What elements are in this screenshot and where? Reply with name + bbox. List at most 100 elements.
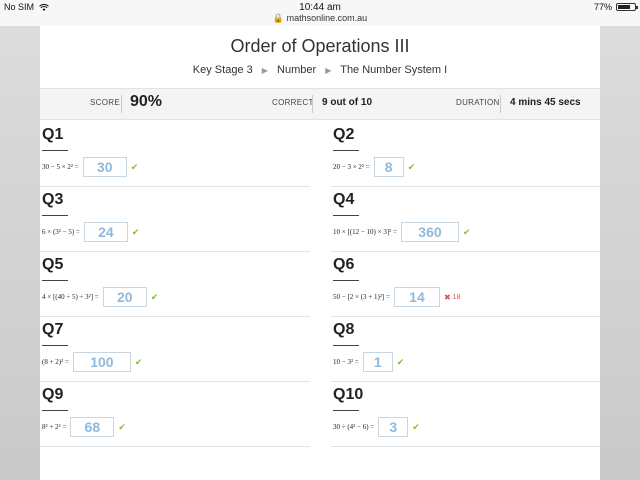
correct-label: CORRECT: [272, 98, 314, 107]
breadcrumb-item-key-stage[interactable]: Key Stage 3: [193, 64, 253, 76]
question-expression: (8 + 2)² =: [42, 358, 69, 366]
question-expression: 6 × (3² − 5) =: [42, 228, 80, 236]
breadcrumb: Key Stage 3 ▶ Number ▶ The Number System…: [40, 64, 600, 76]
answer-field[interactable]: 14: [393, 287, 440, 307]
answer-field[interactable]: 20: [102, 287, 147, 307]
question-q1: Q1 30 − 5 × 2² = 30 ✔: [40, 124, 310, 187]
question-expression: 10 − 3² =: [333, 358, 359, 366]
question-q6: Q6 50 − [2 × (3 + 1)²] = 14 ✖ 18: [331, 254, 601, 317]
answer-field[interactable]: 100: [72, 352, 131, 372]
check-icon: ✔: [130, 161, 139, 172]
correct-value: 9 out of 10: [322, 97, 373, 108]
question-q5: Q5 4 × [(40 ÷ 5) ÷ 3²] = 20 ✔: [40, 254, 310, 317]
question-expression: 50 − [2 × (3 + 1)²] =: [333, 293, 390, 301]
divider: [42, 280, 68, 281]
question-label: Q4: [333, 191, 355, 208]
question-q4: Q4 10 × [(12 − 10) × 3]² = 360 ✔: [331, 189, 601, 252]
question-q9: Q9 8² + 2² = 68 ✔: [40, 384, 310, 447]
question-q7: Q7 (8 + 2)² = 100 ✔: [40, 319, 310, 382]
score-value: 90%: [130, 93, 163, 110]
breadcrumb-item-topic[interactable]: The Number System I: [340, 64, 447, 76]
check-icon: ✔: [412, 421, 420, 432]
breadcrumb-item-number[interactable]: Number: [277, 64, 316, 76]
answer-field[interactable]: 24: [83, 222, 128, 242]
question-row: 50 − [2 × (3 + 1)²] = 14 ✖ 18: [333, 285, 460, 309]
check-icon: ✔: [131, 226, 140, 237]
question-label: Q6: [333, 256, 355, 273]
triangle-right-icon: ▶: [325, 66, 332, 75]
question-row: 4 × [(40 ÷ 5) ÷ 3²] = 20 ✔: [42, 285, 158, 309]
check-icon: ✔: [134, 356, 143, 367]
left-gutter: [0, 26, 40, 480]
answer-field[interactable]: 30: [82, 157, 127, 177]
question-q3: Q3 6 × (3² − 5) = 24 ✔: [40, 189, 310, 252]
divider: [333, 345, 359, 346]
status-right: 77%: [593, 2, 638, 12]
question-label: Q7: [42, 321, 64, 338]
answer-field[interactable]: 3: [378, 417, 409, 437]
clock: 10:44 am: [299, 2, 341, 13]
answer-field[interactable]: 1: [362, 352, 393, 372]
correct-answer: 18: [452, 293, 461, 301]
check-icon: ✔: [462, 226, 471, 237]
question-row: 30 − 5 × 2² = 30 ✔: [42, 155, 138, 179]
question-label: Q5: [42, 256, 64, 273]
triangle-right-icon: ▶: [261, 66, 268, 75]
question-expression: 4 × [(40 ÷ 5) ÷ 3²] =: [42, 293, 99, 301]
divider: [333, 280, 359, 281]
score-label: SCORE: [90, 98, 120, 107]
divider: [121, 95, 122, 113]
question-row: 6 × (3² − 5) = 24 ✔: [42, 220, 139, 244]
question-label: Q2: [333, 126, 355, 143]
address-bar[interactable]: 🔒 mathsonline.com.au: [0, 13, 640, 24]
divider: [333, 410, 359, 411]
results-summary: SCORE 90% CORRECT 9 out of 10 DURATION 4…: [40, 88, 600, 120]
check-icon: ✔: [150, 291, 159, 302]
divider: [312, 95, 313, 113]
question-row: 8² + 2² = 68 ✔: [42, 415, 126, 439]
question-label: Q3: [42, 191, 64, 208]
divider: [42, 345, 68, 346]
battery-icon: [616, 3, 638, 11]
divider: [42, 150, 68, 151]
question-label: Q8: [333, 321, 355, 338]
question-expression: 30 − 5 × 2² =: [42, 163, 79, 171]
lock-icon: 🔒: [272, 13, 285, 23]
divider: [333, 150, 359, 151]
results-page: Order of Operations III Key Stage 3 ▶ Nu…: [40, 26, 601, 480]
page-title: Order of Operations III: [230, 36, 410, 56]
divider: [500, 95, 501, 113]
divider: [42, 215, 68, 216]
question-row: 10 × [(12 − 10) × 3]² = 360 ✔: [333, 220, 471, 244]
cross-icon: ✖: [443, 292, 451, 302]
url-text: mathsonline.com.au: [286, 13, 368, 23]
question-row: (8 + 2)² = 100 ✔: [42, 350, 142, 374]
answer-field[interactable]: 360: [400, 222, 459, 242]
check-icon: ✔: [407, 161, 416, 172]
question-expression: 10 × [(12 − 10) × 3]² =: [333, 228, 397, 236]
battery-fill: [618, 5, 631, 9]
question-label: Q9: [42, 386, 64, 403]
answer-field[interactable]: 68: [70, 417, 115, 437]
divider: [42, 410, 68, 411]
question-q2: Q2 20 − 3 × 2² = 8 ✔: [331, 124, 601, 187]
question-row: 20 − 3 × 2² = 8 ✔: [333, 155, 415, 179]
question-label: Q10: [333, 386, 364, 403]
question-label: Q1: [42, 126, 64, 143]
status-bar: No SIM 10:44 am 🔒 mathsonline.com.au 77%: [0, 0, 640, 26]
divider: [333, 215, 359, 216]
duration-label: DURATION: [456, 98, 500, 107]
question-expression: 20 − 3 × 2² =: [333, 163, 370, 171]
check-icon: ✔: [118, 421, 126, 432]
question-row: 30 ÷ (4² − 6) = 3 ✔: [333, 415, 420, 439]
duration-value: 4 mins 45 secs: [510, 97, 581, 108]
question-row: 10 − 3² = 1 ✔: [333, 350, 404, 374]
battery-percent: 77%: [593, 2, 612, 12]
question-q8: Q8 10 − 3² = 1 ✔: [331, 319, 601, 382]
answer-field[interactable]: 8: [373, 157, 404, 177]
question-expression: 30 ÷ (4² − 6) =: [333, 423, 375, 431]
right-gutter: [600, 26, 640, 480]
check-icon: ✔: [396, 356, 405, 367]
question-expression: 8² + 2² =: [42, 423, 67, 431]
question-q10: Q10 30 ÷ (4² − 6) = 3 ✔: [331, 384, 601, 447]
